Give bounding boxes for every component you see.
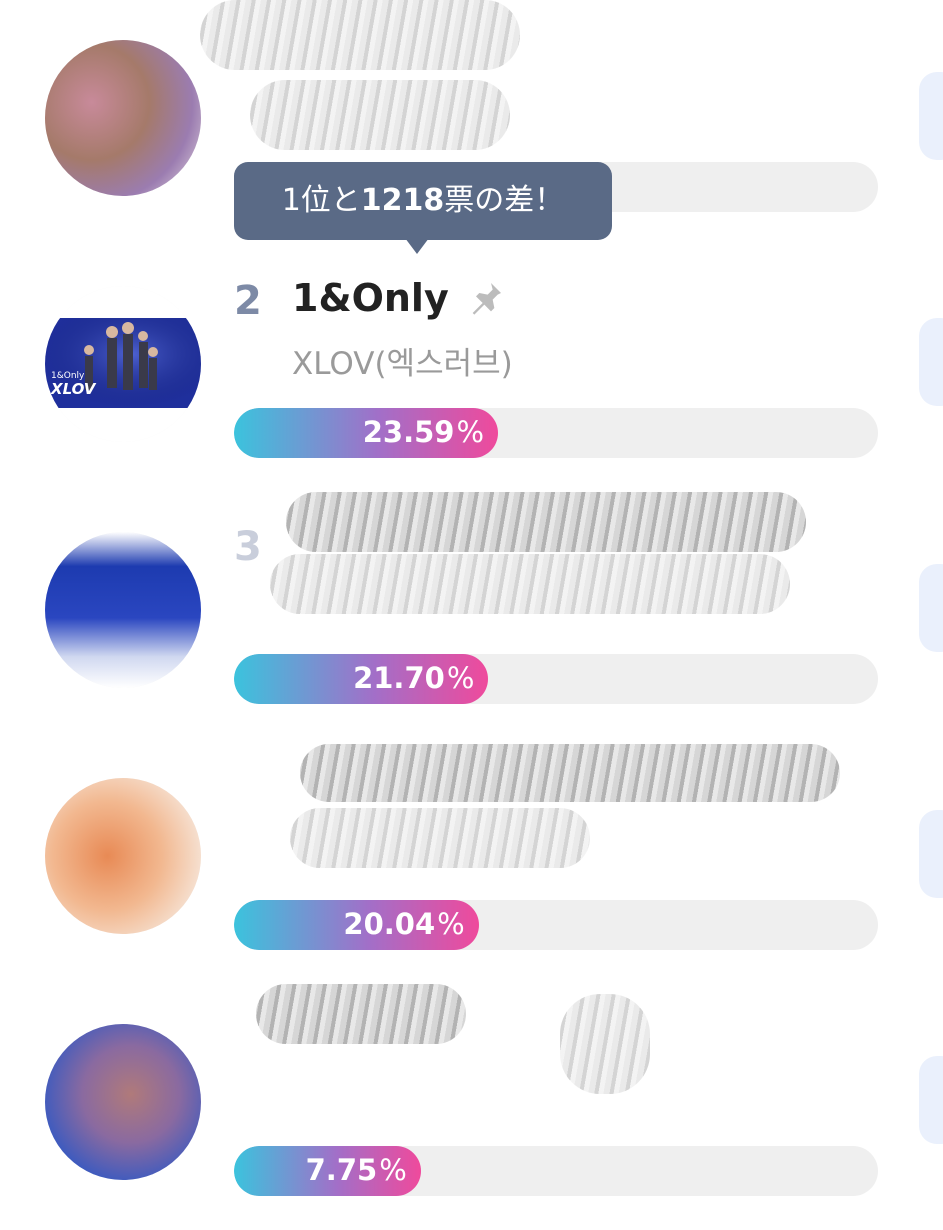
obscured-text	[256, 984, 466, 1044]
side-tab[interactable]	[919, 564, 943, 652]
artist-name: XLOV(엑스러브)	[292, 346, 513, 382]
vote-percent: 7.75%	[305, 1153, 407, 1187]
svg-text:XLOV: XLOV	[50, 380, 97, 398]
vote-percent: 23.59%	[362, 415, 485, 449]
thumbnail	[45, 1024, 201, 1180]
obscured-text	[270, 554, 790, 614]
tooltip-prefix: 1位と	[281, 183, 361, 218]
tooltip-suffix: 票の差！	[444, 183, 565, 218]
vote-bar-fill: 23.59%	[234, 408, 499, 458]
vote-bar-track: 21.70%	[234, 654, 878, 704]
tooltip-amount: 1218	[360, 183, 445, 218]
rank-number: 2	[234, 278, 262, 324]
obscured-text	[250, 80, 510, 150]
ranking-item-3[interactable]: 3 21.70%	[0, 492, 943, 738]
side-tab[interactable]	[919, 1056, 943, 1144]
vote-percent: 20.04%	[343, 907, 465, 941]
rank-number: 3	[234, 524, 262, 570]
ranking-item-2[interactable]: 1&Only XLOV 2 1&Only XLOV(엑스러브) 23.59%	[0, 246, 943, 492]
vote-bar-fill: 21.70%	[234, 654, 489, 704]
ranking-item-5[interactable]: 7.75%	[0, 984, 943, 1230]
thumbnail	[45, 40, 201, 196]
obscured-text	[560, 994, 650, 1094]
vote-bar-fill: 20.04%	[234, 900, 479, 950]
obscured-text	[290, 808, 590, 868]
song-title: 1&Only	[292, 276, 449, 320]
vote-bar-track: 23.59%	[234, 408, 878, 458]
vote-bar-fill: 7.75%	[234, 1146, 421, 1196]
pushpin-icon[interactable]	[466, 278, 506, 318]
side-tab[interactable]	[919, 318, 943, 406]
vote-gap-tooltip: 1位と1218票の差！	[234, 162, 612, 240]
side-tab[interactable]	[919, 72, 943, 160]
thumbnail	[45, 778, 201, 934]
obscured-text	[200, 0, 520, 70]
obscured-text	[286, 492, 806, 552]
vote-bar-track: 20.04%	[234, 900, 878, 950]
obscured-text	[300, 744, 840, 802]
thumbnail	[45, 532, 201, 688]
vote-percent: 21.70%	[353, 661, 475, 695]
stage-photo: 1&Only XLOV	[45, 286, 201, 442]
side-tab[interactable]	[919, 810, 943, 898]
ranking-item-4[interactable]: 20.04%	[0, 738, 943, 984]
vote-bar-track: 7.75%	[234, 1146, 878, 1196]
thumbnail: 1&Only XLOV	[45, 286, 201, 442]
